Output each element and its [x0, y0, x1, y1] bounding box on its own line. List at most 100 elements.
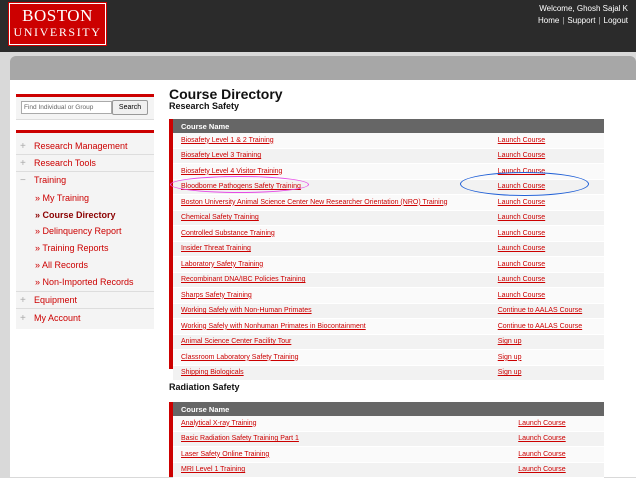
section-title-research-safety: Research Safety: [169, 101, 240, 111]
launch-course-link[interactable]: Continue to AALAS Course: [498, 323, 582, 330]
launch-course-link[interactable]: Sign up: [498, 369, 522, 376]
table-row: Working Safely with Non-Human Primates Co…: [173, 303, 604, 319]
course-link[interactable]: MRI Level 1 Training: [181, 466, 245, 473]
table-row: Sharps Safety Training Launch Course: [173, 287, 604, 304]
course-link[interactable]: Laser Safety Online Training: [181, 451, 269, 458]
divider: [16, 308, 154, 309]
top-links: Home | Support | Logout: [538, 16, 628, 25]
bu-logo[interactable]: BOSTON UNIVERSITY: [8, 2, 107, 46]
course-link[interactable]: Controlled Substance Training: [181, 230, 275, 237]
expand-icon: +: [20, 141, 26, 152]
section-title-radiation-safety: Radiation Safety: [169, 382, 240, 392]
launch-course-link[interactable]: Launch Course: [498, 152, 545, 159]
course-link[interactable]: Working Safely with Nonhuman Primates in…: [181, 323, 366, 330]
course-link[interactable]: Shipping Biologicals: [181, 369, 244, 376]
sidebar-item-label: Research Tools: [34, 158, 96, 168]
course-link[interactable]: Insider Threat Training: [181, 245, 251, 252]
action-cell: Launch Course: [510, 416, 604, 432]
course-name-cell: Classroom Laboratory Safety Training: [173, 349, 490, 366]
course-name-cell: MRI Level 1 Training: [173, 462, 511, 478]
table-row: Recombinant DNA/IBC Policies Training Lau…: [173, 272, 604, 288]
highlight-ellipse-pink: [170, 176, 309, 193]
course-link[interactable]: Basic Radiation Safety Training Part 1: [181, 435, 299, 442]
table-row: Classroom Laboratory Safety Training Sign…: [173, 349, 604, 366]
sidebar-subitem-my-training[interactable]: » My Training: [35, 191, 89, 205]
top-bar: BOSTON UNIVERSITY Welcome, Ghosh Sajal K…: [0, 0, 636, 52]
launch-course-link[interactable]: Continue to AALAS Course: [498, 307, 582, 314]
course-name-cell: Controlled Substance Training: [173, 225, 490, 242]
sidebar-item-label: Equipment: [34, 295, 78, 305]
launch-course-link[interactable]: Launch Course: [498, 137, 545, 144]
course-link[interactable]: Boston University Animal Science Center …: [181, 199, 448, 206]
banner-bar: [10, 56, 636, 80]
action-cell: Launch Course: [489, 133, 604, 149]
sidebar-subitem-all-records[interactable]: » All Records: [35, 258, 88, 272]
course-link[interactable]: Classroom Laboratory Safety Training: [181, 354, 299, 361]
launch-course-link[interactable]: Launch Course: [498, 199, 545, 206]
launch-course-link[interactable]: Launch Course: [498, 292, 545, 299]
table-row: Basic Radiation Safety Training Part 1 La…: [173, 431, 604, 447]
table-row: Laboratory Safety Training Launch Course: [173, 256, 604, 273]
radiation-safety-table: Course Name Analytical X-ray Training Lau…: [173, 402, 604, 478]
sidebar-nav: + Research Management + Research Tools − Tr…: [16, 130, 154, 329]
launch-course-link[interactable]: Launch Course: [518, 420, 565, 427]
course-name-cell: Sharps Safety Training: [173, 287, 490, 304]
sidebar-item-research-tools[interactable]: + Research Tools: [16, 155, 96, 171]
table-row: Shipping Biologicals Sign up: [173, 365, 604, 381]
course-link[interactable]: Working Safely with Non-Human Primates: [181, 307, 312, 314]
launch-course-link[interactable]: Launch Course: [518, 435, 565, 442]
action-cell: Launch Course: [510, 462, 604, 478]
logout-link[interactable]: Logout: [604, 16, 628, 25]
launch-course-link[interactable]: Sign up: [498, 354, 522, 361]
course-link[interactable]: Chemical Safety Training: [181, 214, 259, 221]
course-link[interactable]: Laboratory Safety Training: [181, 261, 263, 268]
table-row: Controlled Substance Training Launch Cour…: [173, 225, 604, 242]
sidebar-item-training[interactable]: − Training: [16, 172, 66, 188]
course-link[interactable]: Sharps Safety Training: [181, 292, 252, 299]
table-row: Chemical Safety Training Launch Course: [173, 210, 604, 226]
course-name-cell: Chemical Safety Training: [173, 210, 490, 226]
course-name-cell: Insider Threat Training: [173, 241, 490, 257]
table-row: Boston University Animal Science Center …: [173, 194, 604, 211]
sidebar-subitem-non-imported-records[interactable]: » Non-Imported Records: [35, 275, 134, 289]
sidebar-item-label: Research Management: [34, 141, 128, 151]
table-row: Analytical X-ray Training Launch Course: [173, 416, 604, 432]
sidebar-item-my-account[interactable]: + My Account: [16, 310, 81, 326]
logo-line1: BOSTON: [22, 6, 93, 25]
course-link[interactable]: Biosafety Level 3 Training: [181, 152, 261, 159]
launch-course-link[interactable]: Launch Course: [498, 230, 545, 237]
column-header-action: [510, 402, 604, 416]
sidebar-subitem-training-reports[interactable]: » Training Reports: [35, 241, 109, 255]
course-name-cell: Boston University Animal Science Center …: [173, 194, 490, 211]
launch-course-link[interactable]: Launch Course: [498, 214, 545, 221]
launch-course-link[interactable]: Launch Course: [498, 261, 545, 268]
course-link[interactable]: Analytical X-ray Training: [181, 420, 256, 427]
course-name-cell: Analytical X-ray Training: [173, 416, 511, 432]
launch-course-link[interactable]: Launch Course: [498, 245, 545, 252]
course-link[interactable]: Animal Science Center Facility Tour: [181, 338, 291, 345]
launch-course-link[interactable]: Launch Course: [518, 451, 565, 458]
launch-course-link[interactable]: Sign up: [498, 338, 522, 345]
support-link[interactable]: Support: [567, 16, 595, 25]
launch-course-link[interactable]: Launch Course: [518, 466, 565, 473]
action-cell: Launch Course: [489, 287, 604, 304]
expand-icon: +: [20, 313, 26, 324]
sidebar-subitem-course-directory[interactable]: » Course Directory: [35, 208, 116, 222]
column-header-action: [489, 119, 604, 133]
action-cell: Launch Course: [489, 241, 604, 257]
course-name-cell: Working Safely with Nonhuman Primates in…: [173, 318, 490, 335]
course-link[interactable]: Biosafety Level 1 & 2 Training: [181, 137, 274, 144]
sidebar-search-box: Find Individual or Group Search: [16, 94, 154, 120]
course-link[interactable]: Recombinant DNA/IBC Policies Training: [181, 276, 306, 283]
search-button[interactable]: Search: [112, 100, 148, 115]
sidebar-subitem-delinquency-report[interactable]: » Delinquency Report: [35, 224, 122, 238]
table-row: Insider Threat Training Launch Course: [173, 241, 604, 257]
column-header-course-name: Course Name: [173, 402, 511, 416]
sidebar-item-equipment[interactable]: + Equipment: [16, 292, 77, 308]
search-input[interactable]: Find Individual or Group: [21, 101, 112, 114]
column-header-course-name: Course Name: [173, 119, 490, 133]
sidebar-item-research-management[interactable]: + Research Management: [16, 138, 128, 154]
course-link[interactable]: Biosafety Level 4 Visitor Training: [181, 168, 282, 175]
home-link[interactable]: Home: [538, 16, 559, 25]
launch-course-link[interactable]: Launch Course: [498, 276, 545, 283]
